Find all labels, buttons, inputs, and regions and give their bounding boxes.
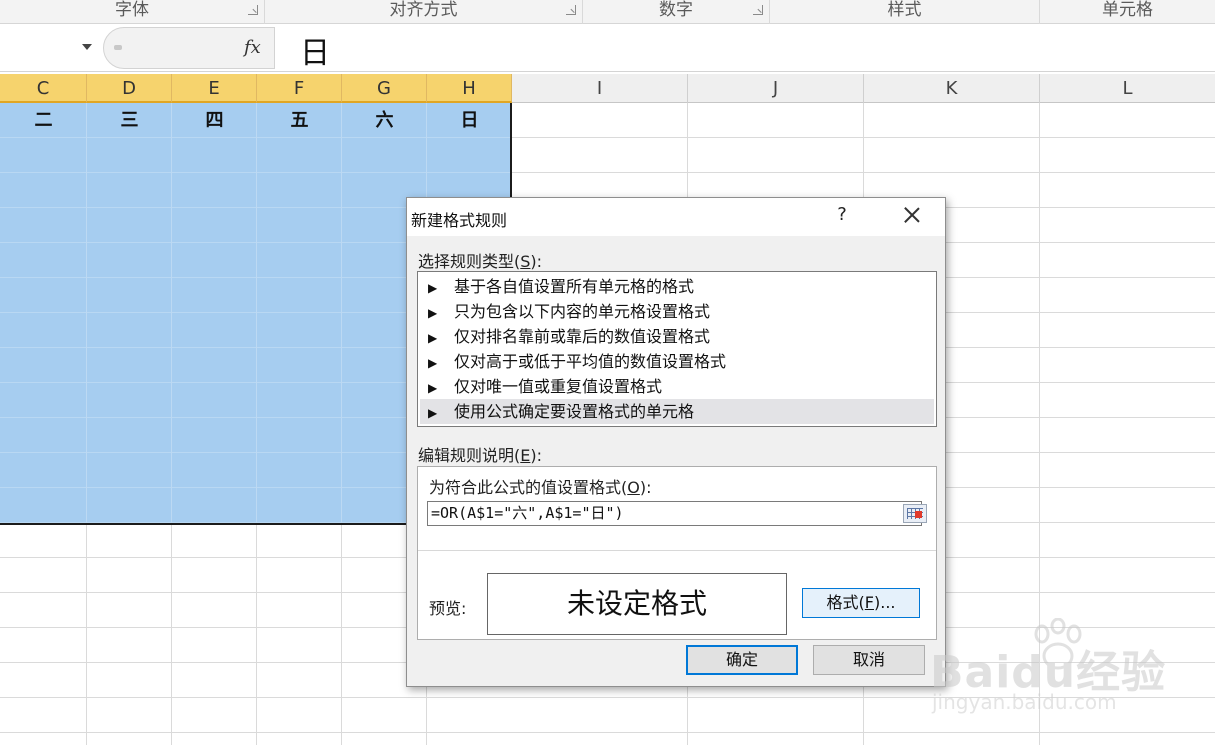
grid-line	[256, 103, 257, 523]
ribbon-group-cells-label: 单元格	[1102, 0, 1153, 20]
triangle-right-icon: ▶	[428, 331, 438, 345]
rule-type-accel: S	[520, 252, 531, 271]
format-button-accel: F	[864, 593, 874, 612]
dialog-title: 新建格式规则	[411, 211, 508, 230]
rule-type-item[interactable]: ▶ 只为包含以下内容的单元格设置格式	[420, 299, 934, 324]
chevron-down-icon[interactable]	[82, 44, 92, 50]
format-button[interactable]: 格式(F)...	[802, 588, 920, 618]
grid-line	[341, 103, 342, 523]
rule-type-label: 选择规则类型(S):	[418, 252, 543, 271]
number-dialog-launcher-icon[interactable]	[753, 5, 763, 15]
grip-icon	[114, 45, 122, 50]
cell-h1[interactable]: 日	[427, 107, 512, 135]
cell-d1[interactable]: 三	[87, 107, 172, 135]
ribbon-group-alignment-label: 对齐方式	[389, 0, 458, 20]
ref-arrow-glyph	[915, 511, 922, 518]
rule-type-item-selected[interactable]: ▶ 使用公式确定要设置格式的单元格	[420, 399, 934, 424]
column-header-g[interactable]: G	[342, 74, 427, 103]
rule-type-item-label: 仅对唯一值或重复值设置格式	[454, 377, 663, 396]
close-icon[interactable]	[901, 204, 923, 226]
cell-c1[interactable]: 二	[0, 107, 87, 135]
column-headers: C D E F G H I J K L	[0, 74, 1215, 103]
font-dialog-launcher-icon[interactable]	[248, 5, 258, 15]
preview-label: 预览:	[429, 599, 467, 618]
formula-input-value: =OR(A$1="六",A$1="日")	[431, 504, 624, 522]
triangle-right-icon: ▶	[428, 406, 438, 420]
grid-line	[171, 103, 172, 523]
triangle-right-icon: ▶	[428, 381, 438, 395]
cell-g1[interactable]: 六	[342, 107, 427, 135]
column-header-f[interactable]: F	[257, 74, 342, 103]
divider	[418, 550, 936, 551]
cell-e1[interactable]: 四	[172, 107, 257, 135]
rule-type-label-text: 选择规则类型	[418, 252, 515, 271]
column-header-c[interactable]: C	[0, 74, 87, 103]
format-preview: 未设定格式	[487, 573, 787, 635]
format-button-label: 格式	[826, 593, 859, 612]
collapse-dialog-icon[interactable]	[903, 504, 927, 523]
cell-f1[interactable]: 五	[257, 107, 342, 135]
formula-input[interactable]: =OR(A$1="六",A$1="日")	[427, 501, 927, 526]
rule-type-item[interactable]: ▶ 仅对排名靠前或靠后的数值设置格式	[420, 324, 934, 349]
formula-accel: O	[627, 478, 640, 497]
ribbon-group-cells: 单元格	[1040, 0, 1215, 24]
formula-bar: fx 日	[0, 24, 1215, 72]
formula-content[interactable]: 日	[300, 28, 330, 72]
column-header-d[interactable]: D	[87, 74, 172, 103]
triangle-right-icon: ▶	[428, 281, 438, 295]
triangle-right-icon: ▶	[428, 356, 438, 370]
column-header-l[interactable]: L	[1040, 74, 1215, 103]
formula-label-text: 为符合此公式的值设置格式	[429, 478, 622, 497]
grid-line	[86, 103, 87, 523]
column-header-k[interactable]: K	[864, 74, 1040, 103]
formula-label: 为符合此公式的值设置格式(O):	[429, 478, 652, 497]
baidu-jingyan-watermark: Baidu经验 jingyan.baidu.com	[930, 618, 1170, 728]
rule-description-label-text: 编辑规则说明	[418, 446, 515, 465]
column-header-h[interactable]: H	[427, 74, 512, 103]
triangle-right-icon: ▶	[428, 306, 438, 320]
rule-description-panel: 为符合此公式的值设置格式(O): =OR(A$1="六",A$1="日") 预览…	[417, 466, 937, 640]
ok-button[interactable]: 确定	[686, 645, 798, 675]
rule-type-item[interactable]: ▶ 仅对唯一值或重复值设置格式	[420, 374, 934, 399]
dialog-titlebar[interactable]: 新建格式规则 ?	[407, 198, 945, 236]
rule-type-list[interactable]: ▶ 基于各自值设置所有单元格的格式 ▶ 只为包含以下内容的单元格设置格式 ▶ 仅对排名…	[417, 271, 937, 427]
ribbon-group-font: 字体	[0, 0, 265, 24]
rule-description-accel: E	[520, 446, 531, 465]
new-formatting-rule-dialog: 新建格式规则 ? 选择规则类型(S): ▶ 基于各自值设置所有单元格的格式 ▶ 只为…	[406, 197, 946, 687]
column-header-i[interactable]: I	[512, 74, 688, 103]
rule-type-item-label: 基于各自值设置所有单元格的格式	[454, 277, 695, 296]
column-header-j[interactable]: J	[688, 74, 864, 103]
rule-type-item-label: 只为包含以下内容的单元格设置格式	[454, 302, 711, 321]
rule-type-item[interactable]: ▶ 仅对高于或低于平均值的数值设置格式	[420, 349, 934, 374]
help-icon[interactable]: ?	[833, 204, 851, 225]
watermark-url: jingyan.baidu.com	[932, 690, 1117, 714]
ribbon-group-number-label: 数字	[659, 0, 693, 20]
ribbon-group-alignment: 对齐方式	[265, 0, 583, 24]
formula-button-group: fx	[103, 27, 275, 69]
ribbon-group-font-label: 字体	[115, 0, 149, 20]
cancel-button[interactable]: 取消	[813, 645, 925, 675]
column-header-e[interactable]: E	[172, 74, 257, 103]
ribbon-group-styles-label: 样式	[887, 0, 922, 20]
alignment-dialog-launcher-icon[interactable]	[566, 5, 576, 15]
rule-type-item[interactable]: ▶ 基于各自值设置所有单元格的格式	[420, 274, 934, 299]
ribbon-group-styles: 样式	[770, 0, 1040, 24]
rule-type-item-label: 仅对排名靠前或靠后的数值设置格式	[454, 327, 711, 346]
rule-type-item-label: 使用公式确定要设置格式的单元格	[454, 402, 695, 421]
ribbon-group-strip: 字体 对齐方式 数字 样式 单元格	[0, 0, 1215, 24]
ribbon-group-number: 数字	[583, 0, 770, 24]
rule-description-label: 编辑规则说明(E):	[418, 446, 543, 465]
insert-function-icon[interactable]: fx	[244, 37, 261, 58]
rule-type-item-label: 仅对高于或低于平均值的数值设置格式	[454, 352, 727, 371]
